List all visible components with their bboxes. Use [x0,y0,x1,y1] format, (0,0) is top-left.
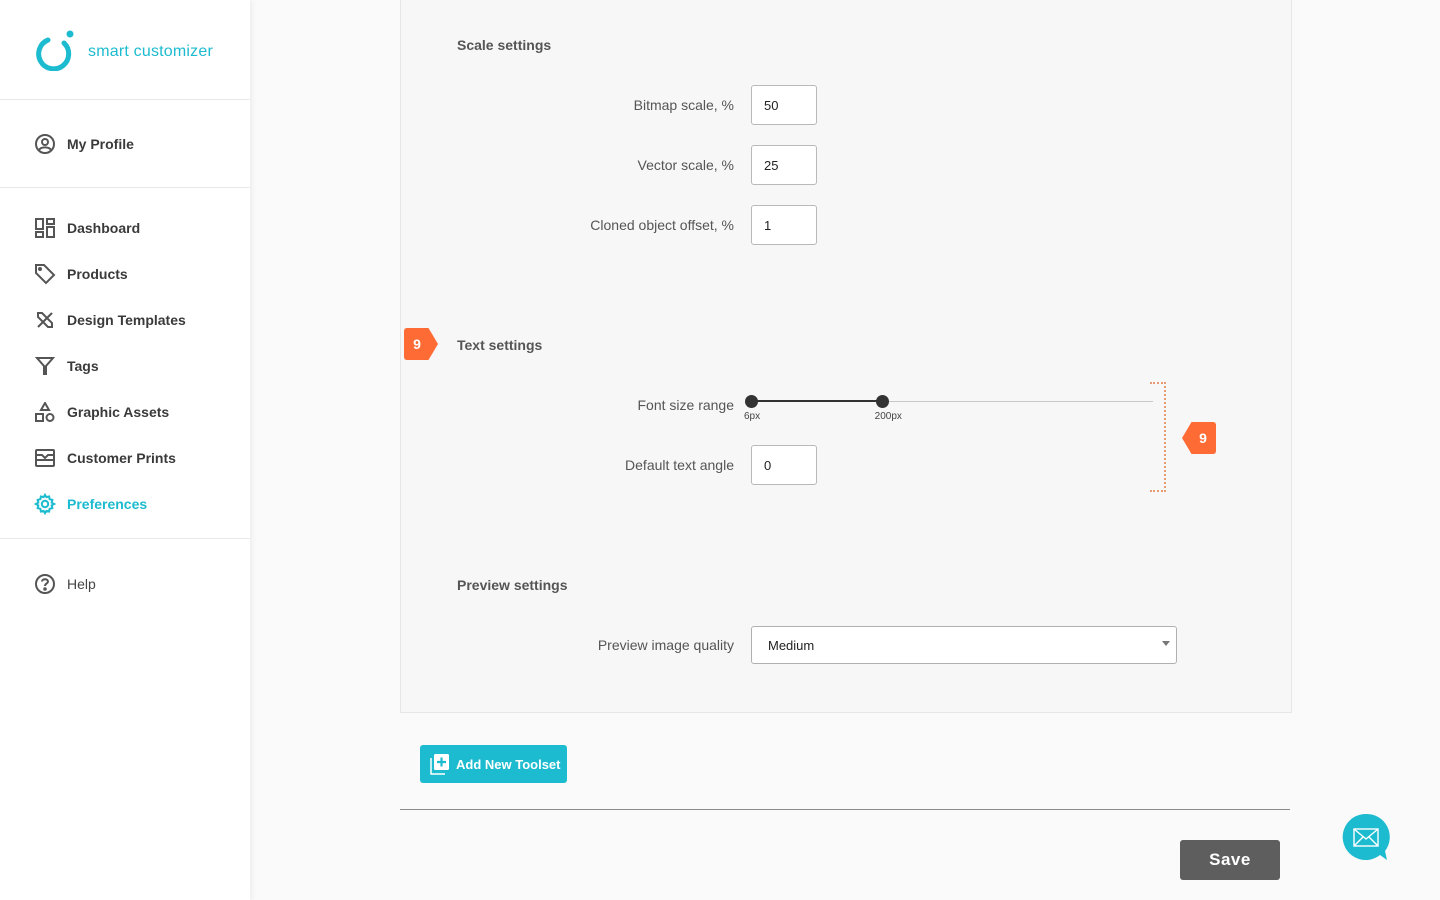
annotation-bracket [1150,382,1166,492]
brand-name: smart customizer [88,42,213,60]
vector-scale-label: Vector scale, % [637,157,735,173]
sidebar-item-label: My Profile [67,135,134,152]
user-circle-icon [34,133,56,155]
sidebar-item-tags[interactable]: Tags [0,343,250,389]
footer-divider [400,809,1290,810]
tag-icon [34,263,56,285]
text-settings-title: Text settings [457,337,543,353]
slider-thumb-min[interactable] [745,395,758,408]
bitmap-scale-input[interactable] [751,85,817,125]
shapes-icon [34,401,56,423]
vector-scale-row: Vector scale, % [401,145,1291,185]
default-angle-input[interactable] [751,445,817,485]
preview-settings-title: Preview settings [457,577,568,593]
sidebar-item-design-templates[interactable]: Design Templates [0,297,250,343]
sidebar-item-label: Preferences [67,496,148,512]
preview-quality-label: Preview image quality [597,637,734,653]
vector-scale-input[interactable] [751,145,817,185]
gear-icon [34,493,56,515]
sidebar-item-preferences[interactable]: Preferences [0,481,250,527]
cloned-offset-input[interactable] [751,205,817,245]
bitmap-scale-label: Bitmap scale, % [633,97,734,113]
add-layer-icon [430,753,450,775]
mail-icon [1342,813,1390,860]
brand-logo[interactable]: smart customizer [0,0,250,100]
scale-settings-title: Scale settings [457,37,552,53]
sidebar-item-graphic-assets[interactable]: Graphic Assets [0,389,250,435]
design-tools-icon [34,309,56,331]
dashboard-icon [34,217,56,239]
preview-quality-value: Medium [768,637,815,653]
slider-thumb-max[interactable] [875,395,889,408]
sidebar-item-label: Help [67,576,96,592]
question-circle-icon [34,573,56,595]
slider-fill [751,400,882,402]
sidebar-item-customer-prints[interactable]: Customer Prints [0,435,250,481]
sidebar-item-label: Tags [67,358,99,374]
slider-max-label: 200px [874,411,902,422]
preview-quality-select[interactable]: Medium [751,626,1177,664]
filter-icon [34,355,56,377]
sidebar-item-my-profile[interactable]: My Profile [0,121,250,167]
sidebar-item-dashboard[interactable]: Dashboard [0,205,250,251]
logo-icon [36,29,76,71]
slider-min-label: 6px [744,411,761,422]
sidebar: smart customizer My Profile Dashboard Pr… [0,0,250,900]
chevron-down-icon [1162,641,1170,646]
sidebar-item-label: Customer Prints [67,450,176,466]
sidebar-item-help[interactable]: Help [0,561,250,607]
add-new-toolset-label: Add New Toolset [456,756,561,772]
sidebar-item-label: Dashboard [67,220,141,236]
help-group: Help [0,539,250,607]
settings-panel: Scale settings Bitmap scale, % Vector sc… [400,0,1292,713]
profile-group: My Profile [0,100,250,188]
sidebar-item-products[interactable]: Products [0,251,250,297]
add-new-toolset-button[interactable]: Add New Toolset [420,745,567,783]
main-nav: Dashboard Products Design Templates Tags… [0,188,250,539]
cloned-offset-row: Cloned object offset, % [401,205,1291,245]
chat-button[interactable] [1342,813,1390,861]
default-angle-label: Default text angle [625,457,734,473]
cloned-offset-label: Cloned object offset, % [590,217,734,233]
bitmap-scale-row: Bitmap scale, % [401,85,1291,125]
prints-icon [34,447,56,469]
font-size-range-slider[interactable]: 6px 200px [744,390,1153,422]
sidebar-item-label: Graphic Assets [67,404,170,420]
font-size-range-label: Font size range [637,397,735,413]
save-button[interactable]: Save [1180,840,1280,880]
sidebar-item-label: Products [67,266,128,282]
preview-quality-row: Preview image quality Medium [401,625,1291,665]
sidebar-item-label: Design Templates [67,312,186,328]
